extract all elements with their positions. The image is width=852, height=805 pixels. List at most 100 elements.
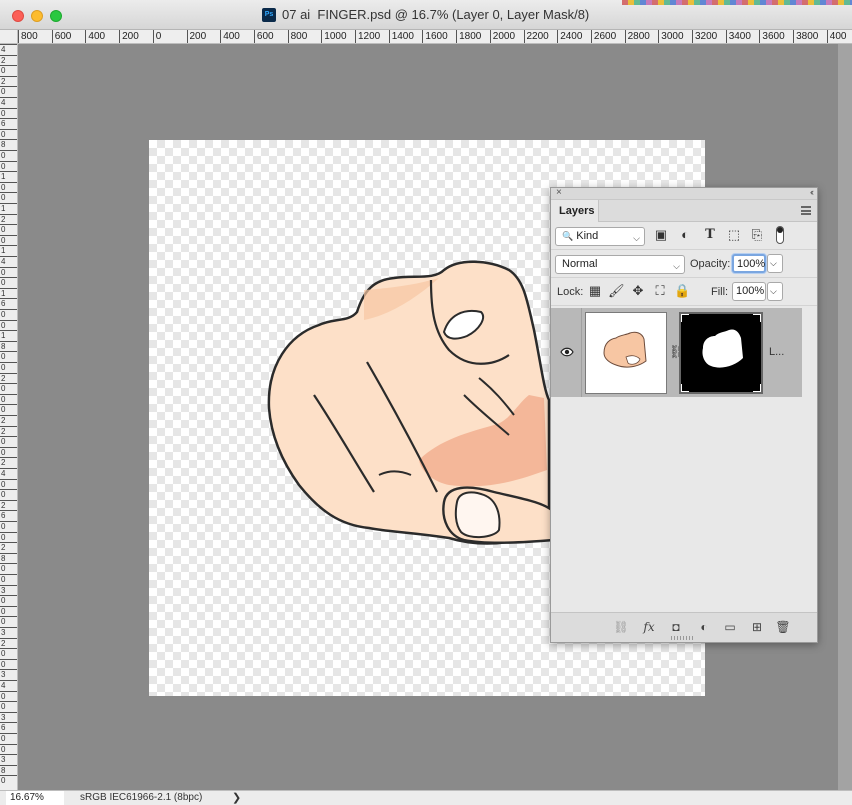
window-close-button[interactable] [12,10,24,22]
window-minimize-button[interactable] [31,10,43,22]
opacity-dropdown-button[interactable]: ⌵ [767,254,783,273]
lock-all-icon[interactable]: 🔒 [674,283,690,299]
link-layers-icon[interactable]: ⛓ [613,619,629,635]
mask-selection-corner [681,384,689,392]
panel-menu-icon[interactable] [801,206,811,215]
ruler-tick-label: 800 [18,30,38,43]
ruler-tick-label: 600 [253,30,274,43]
lock-image-pixels-icon[interactable]: 🖌 [608,283,625,299]
ruler-tick-label: 600 [51,30,71,43]
ruler-tick-label: 0 [0,563,17,573]
ruler-tick-label: 0 [0,531,17,542]
zoom-level-field[interactable]: 16.67% [6,791,64,805]
ruler-tick-label: 4 [0,97,17,107]
ruler-tick-label: 8 [0,139,17,149]
panel-resize-grip[interactable] [671,636,695,640]
visibility-eye-icon[interactable] [560,347,574,357]
status-menu-arrow[interactable]: ❯ [232,791,241,805]
background-window-strip [622,0,852,5]
ruler-tick-label: 0 [0,489,17,499]
layer-mask-thumbnail[interactable] [679,312,763,394]
filter-kind-value: Kind [576,230,599,242]
chevron-down-icon: ⌵ [770,286,777,296]
ruler-tick-label: 0 [0,775,17,785]
layer-list[interactable]: ⛓ L... [551,308,817,610]
lock-transparent-pixels-icon[interactable]: ▦ [587,283,603,299]
layer-name[interactable]: L... [769,346,784,358]
ruler-tick-label: 200 [119,30,139,43]
ruler-tick-label: 3 [0,627,17,637]
ruler-tick-label: 2 [0,415,17,425]
pixel-filter-icon[interactable]: ▣ [653,227,669,243]
smart-object-filter-icon[interactable]: ⎘ [749,227,765,243]
ruler-tick-label: 3600 [759,30,785,43]
fill-dropdown-button[interactable]: ⌵ [767,282,783,301]
ruler-tick-label: 2400 [557,30,582,43]
lock-artboard-icon[interactable]: ⛶ [652,283,668,299]
type-filter-icon[interactable]: T [702,227,718,243]
ruler-tick-label: 0 [0,150,17,160]
lock-fill-row: Lock: ▦ 🖌 ✥ ⛶ 🔒 Fill: 100% ⌵ [551,278,817,306]
ruler-tick-label: 8 [0,552,17,563]
ruler-tick-label: 0 [0,234,17,245]
shape-filter-icon[interactable]: ⬚ [726,227,742,243]
adjustment-layer-icon[interactable]: ◐ [696,619,712,635]
chevron-down-icon: ⌵ [770,258,777,268]
ruler-tick-label: 0 [0,446,17,457]
ruler-tick-label: 3000 [658,30,684,43]
document-profile: sRGB IEC61966-2.1 (8bpc) [80,792,203,803]
panel-close-icon[interactable]: × [556,187,562,198]
vertical-scrollbar[interactable] [838,44,852,790]
ruler-tick-label: 4 [0,680,17,690]
ruler-tick-label: 0 [0,478,17,489]
add-mask-icon[interactable]: ◘ [668,619,684,635]
layer-thumbnail-hand [603,331,647,368]
ruler-tick-label: 0 [0,160,17,171]
adjustment-filter-icon[interactable]: ◐ [677,227,693,243]
ruler-tick-label: 3 [0,754,17,764]
layer-row-layer-0[interactable]: ⛓ L... [551,308,802,397]
trash-icon[interactable]: 🗑 [775,619,791,635]
ruler-origin[interactable] [0,30,18,44]
panel-collapse-icon[interactable]: ‹‹ [810,187,814,197]
fx-icon[interactable]: fx [641,619,657,635]
chevron-down-icon: ⌵ [633,233,640,243]
window-zoom-button[interactable] [50,10,62,22]
new-group-folder-icon[interactable]: ▭ [722,619,738,635]
ruler-tick-label: 0 [0,690,17,701]
new-layer-icon[interactable]: ⊞ [749,619,765,635]
filter-toggle-switch[interactable] [776,226,784,244]
layer-thumbnail[interactable] [585,312,667,394]
ruler-tick-label: 1200 [355,30,380,43]
ruler-tick-label: 0 [0,86,17,96]
visibility-column-divider [581,308,582,397]
fill-input[interactable]: 100% [732,282,766,301]
layers-panel: × ‹‹ Layers 🔍 Kind ⌵ ▣ ◐ T ⬚ ⎘ Normal ⌵ … [550,187,818,643]
ruler-tick-label: 1400 [388,30,414,43]
ruler-tick-label: 2 [0,637,17,648]
filter-kind-select[interactable]: 🔍 Kind ⌵ [555,227,645,246]
ruler-tick-label: 800 [287,30,307,43]
ruler-tick-label: 6 [0,722,17,732]
mask-selection-corner [753,384,761,392]
ruler-tick-label: 4 [0,256,17,266]
ruler-tick-label: 1 [0,203,17,213]
panel-tab-row: Layers [551,200,817,222]
ruler-tick-label: 0 [0,743,17,754]
ruler-tick-label: 0 [0,266,17,277]
tab-layers[interactable]: Layers [551,200,599,222]
ruler-tick-label: 0 [0,658,17,669]
ruler-tick-label: 6 [0,118,17,128]
vertical-ruler[interactable]: 4202040608001001200140016001800200022002… [0,44,18,790]
blend-mode-select[interactable]: Normal ⌵ [555,255,685,274]
horizontal-ruler[interactable]: 800 600 400 200 0 200 400 600 800 1000 1200 1400 160… [0,30,852,44]
ruler-tick-label: 0 [0,436,17,446]
ruler-tick-label: 0 [0,309,17,319]
ruler-tick-label: 0 [0,192,17,202]
ruler-tick-label: 0 [0,701,17,711]
search-icon: 🔍 [562,231,574,241]
lock-position-icon[interactable]: ✥ [630,283,646,299]
opacity-input[interactable]: 100% [732,254,766,273]
ruler-tick-label: 2 [0,213,17,224]
layer-filter-row: 🔍 Kind ⌵ ▣ ◐ T ⬚ ⎘ [551,222,817,250]
